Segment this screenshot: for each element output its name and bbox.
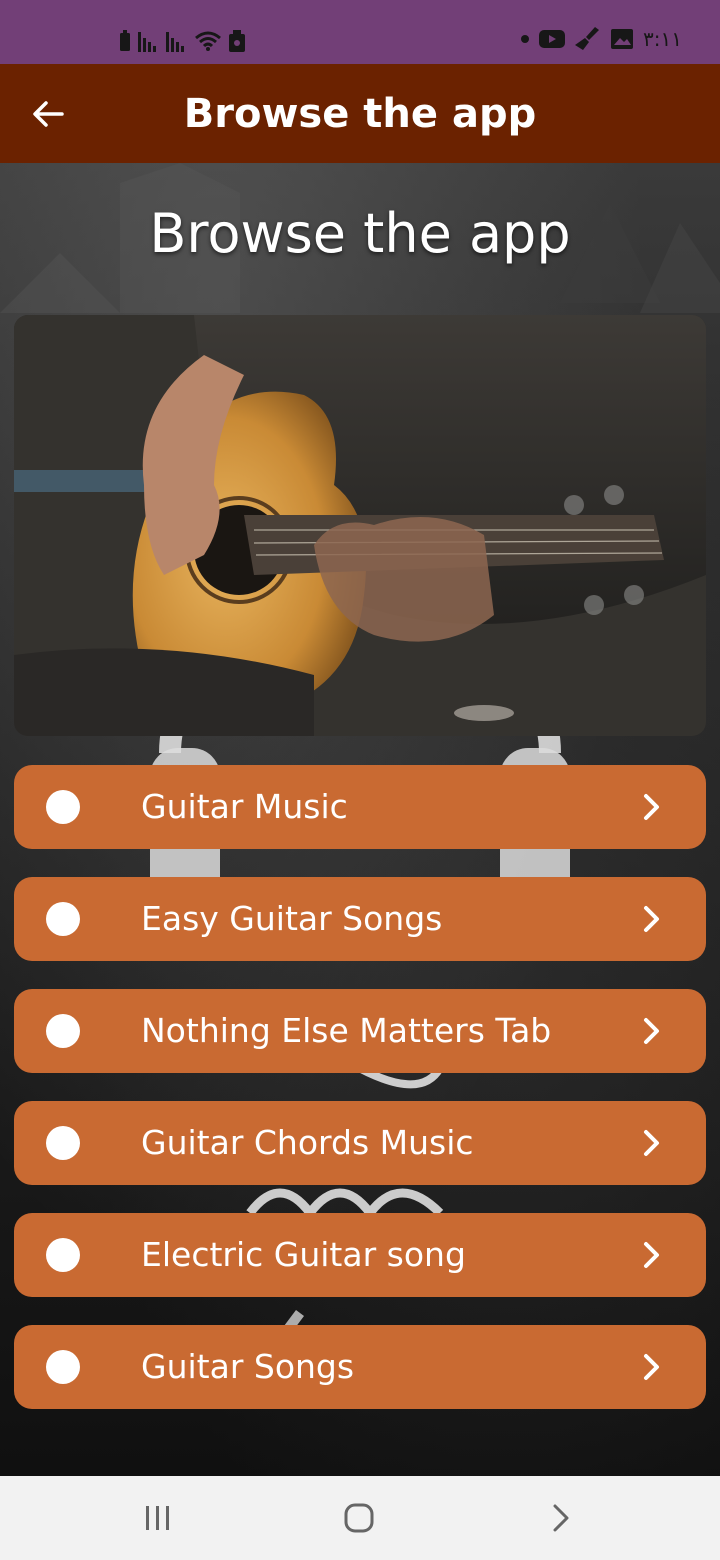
status-bar: ٣:١١ [0, 0, 720, 64]
menu-item-easy-guitar-songs[interactable]: Easy Guitar Songs [14, 877, 706, 961]
main-content: Browse the app Guitar Music Easy Guitar … [0, 163, 720, 1476]
wifi-icon [195, 31, 221, 51]
circle-icon [46, 1350, 80, 1384]
menu-item-electric-guitar-song[interactable]: Electric Guitar song [14, 1213, 706, 1297]
youtube-icon [539, 30, 566, 48]
menu-item-label: Guitar Songs [141, 1347, 355, 1386]
signal-icon [166, 32, 184, 52]
guitar-player-image [14, 315, 706, 736]
menu-item-label: Guitar Music [141, 787, 348, 826]
notification-icon [229, 30, 245, 52]
chevron-right-icon [644, 906, 659, 932]
menu-item-label: Nothing Else Matters Tab [141, 1011, 552, 1050]
app-bar: Browse the app [0, 64, 720, 163]
circle-icon [46, 902, 80, 936]
signal-icon [138, 32, 156, 52]
nav-back-button[interactable] [531, 1494, 591, 1542]
menu-item-label: Easy Guitar Songs [141, 899, 443, 938]
image-icon [611, 29, 634, 49]
home-button[interactable] [329, 1494, 389, 1542]
chevron-right-icon [644, 1242, 659, 1268]
chevron-right-icon [644, 1018, 659, 1044]
menu-item-label: Electric Guitar song [141, 1235, 466, 1274]
page-heading: Browse the app [149, 202, 571, 265]
dot-icon [521, 35, 530, 43]
chevron-right-icon [644, 1130, 659, 1156]
menu-item-guitar-music[interactable]: Guitar Music [14, 765, 706, 849]
battery-icon [120, 30, 130, 51]
menu-item-guitar-chords-music[interactable]: Guitar Chords Music [14, 1101, 706, 1185]
menu-item-label: Guitar Chords Music [141, 1123, 474, 1162]
recents-icon [146, 1506, 169, 1530]
circle-icon [46, 1126, 80, 1160]
back-icon [553, 1504, 569, 1532]
recents-button[interactable] [128, 1494, 188, 1542]
app-bar-title: Browse the app [183, 91, 537, 137]
menu-item-guitar-songs[interactable]: Guitar Songs [14, 1325, 706, 1409]
chevron-right-icon [644, 1354, 659, 1380]
home-icon [344, 1503, 374, 1533]
circle-icon [46, 790, 80, 824]
circle-icon [46, 1014, 80, 1048]
cleaner-icon [575, 27, 600, 50]
circle-icon [46, 1238, 80, 1272]
status-left-icons [118, 26, 246, 52]
status-time: ٣:١١ [643, 27, 682, 51]
system-nav-bar [0, 1476, 720, 1560]
chevron-right-icon [644, 794, 659, 820]
status-right-icons: ٣:١١ [521, 26, 682, 52]
menu-item-nothing-else-matters-tab[interactable]: Nothing Else Matters Tab [14, 989, 706, 1073]
